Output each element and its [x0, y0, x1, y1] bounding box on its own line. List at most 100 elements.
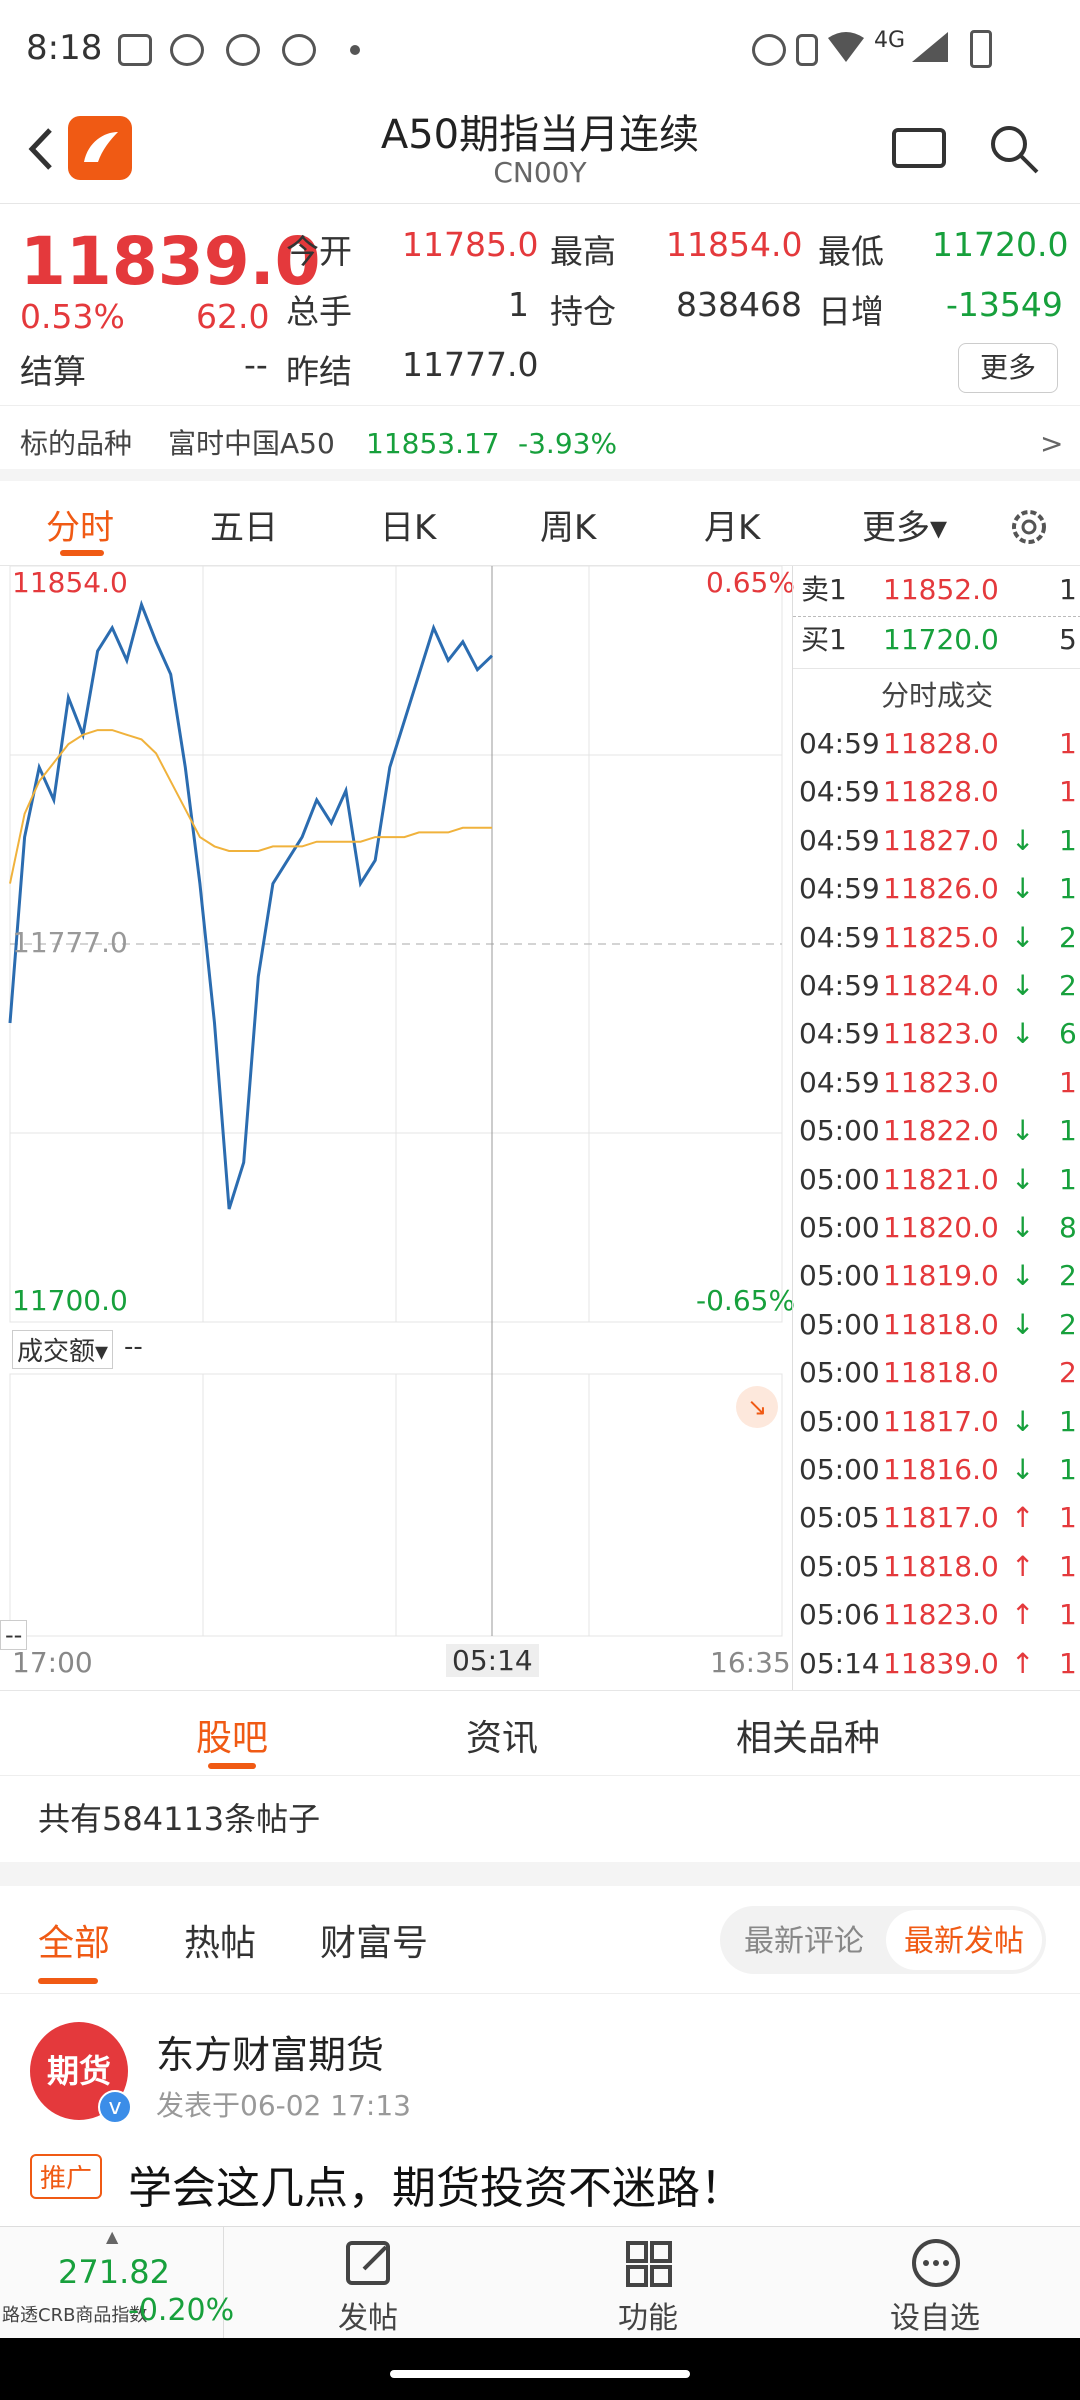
tick-time: 04:59: [799, 872, 880, 906]
tick-time: 05:05: [799, 1501, 880, 1535]
tick-volume: 8: [1059, 1211, 1077, 1244]
status-time: 8:18: [26, 28, 103, 68]
post-meta: 发表于06-02 17:13: [156, 2089, 411, 2122]
y-axis-high: 11854.0: [12, 566, 128, 599]
underlying-name: 富时中国A50: [168, 427, 335, 460]
x-axis-cursor: 05:14: [446, 1644, 539, 1677]
tick-time: 05:00: [799, 1356, 880, 1390]
tick-title: 分时成交: [880, 679, 993, 712]
tick-price: 11820.0: [883, 1211, 999, 1244]
chevron-right-icon: >: [1040, 427, 1064, 460]
tab-related[interactable]: 相关品种: [736, 1709, 880, 1761]
active-tab-indicator: [208, 1763, 256, 1769]
sort-latest-comment[interactable]: 最新评论: [744, 1916, 864, 1960]
system-nav-bar: [0, 2338, 1080, 2400]
tick-volume: 1: [1059, 1162, 1077, 1196]
sort-latest-post[interactable]: 最新发帖: [904, 1916, 1024, 1960]
post-label: 发帖: [338, 2301, 398, 2336]
tick-volume: 1: [1059, 1501, 1077, 1535]
promo-tag: 推广: [30, 2154, 103, 2199]
caret-up-icon: ▲: [106, 2227, 119, 2246]
tick-volume: 2: [1059, 1259, 1077, 1293]
x-axis-end: 16:35: [710, 1646, 791, 1679]
post-button[interactable]: 发帖: [270, 2227, 470, 2339]
tick-row: 04:59 11827.0 ↓ 1: [793, 817, 1080, 865]
tick-time: 05:05: [799, 1549, 880, 1583]
tick-time: 05:00: [799, 1259, 880, 1293]
message-icon[interactable]: [890, 120, 950, 176]
tick-price: 11828.0: [883, 775, 999, 809]
ask-volume: 1: [1059, 573, 1077, 606]
underlying-row[interactable]: 标的品种 富时中国A50 11853.17 -3.93% >: [0, 405, 1080, 481]
tick-direction: ↓: [1011, 1017, 1035, 1051]
tick-volume: 2: [1059, 1356, 1077, 1390]
add-watchlist-button[interactable]: 设自选: [836, 2227, 1036, 2339]
function-button[interactable]: 功能: [550, 2227, 750, 2339]
edit-icon: [346, 2241, 390, 2285]
tick-direction: ↓: [1011, 969, 1035, 1002]
daily-increase-value: -13549: [946, 285, 1063, 324]
search-icon[interactable]: [985, 120, 1045, 176]
battery-icon: [970, 30, 992, 68]
tab-forum[interactable]: 股吧: [196, 1709, 268, 1761]
tab-monthly-k[interactable]: 月K: [704, 500, 760, 549]
tick-volume: 1: [1059, 727, 1077, 760]
index-ticker[interactable]: ▲ 271.82 路透CRB商品指数 -0.20%: [0, 2227, 234, 2339]
home-indicator[interactable]: [390, 2370, 690, 2378]
filter-all[interactable]: 全部: [38, 1914, 110, 1966]
tab-weekly-k[interactable]: 周K: [540, 500, 596, 549]
tick-row: 05:00 11817.0 ↓ 1: [793, 1398, 1080, 1446]
tick-direction: ↓: [1011, 1211, 1035, 1244]
index-change: -0.20%: [128, 2293, 235, 2328]
tick-time: 05:00: [799, 1162, 880, 1196]
low-label: 最低: [818, 232, 884, 271]
tick-row: 04:59 11826.0 ↓ 1: [793, 865, 1080, 913]
tab-daily-k[interactable]: 日K: [380, 500, 436, 549]
low-value: 11720.0: [932, 225, 1069, 264]
tick-row: 05:00 11822.0 ↓ 1: [793, 1107, 1080, 1155]
post-title[interactable]: 学会这几点，期货投资不迷路！: [128, 2152, 744, 2216]
tab-intraday[interactable]: 分时: [46, 500, 114, 549]
clock-icon: [282, 34, 316, 66]
tick-direction: ↓: [1011, 1114, 1035, 1148]
change-value: 62.0: [196, 297, 270, 336]
tick-volume: 6: [1059, 1017, 1077, 1051]
expand-icon[interactable]: ↘: [736, 1386, 778, 1428]
tick-volume: 1: [1059, 1646, 1077, 1680]
filter-hot[interactable]: 热帖: [184, 1914, 256, 1966]
tick-direction: ↓: [1011, 1404, 1035, 1438]
average-line: [9, 729, 492, 884]
tick-row: 04:59 11824.0 ↓ 2: [793, 962, 1080, 1010]
tick-direction: ↑: [1011, 1501, 1035, 1535]
tick-row: 05:14 11839.0 ↑ 1: [793, 1640, 1080, 1688]
tick-row: 05:00 11818.0 2: [793, 1349, 1080, 1397]
tab-more[interactable]: 更多▾: [862, 500, 947, 549]
settings-gear-icon[interactable]: [1008, 506, 1050, 548]
network-type: 4G: [874, 28, 906, 53]
settle-label: 结算: [20, 352, 86, 391]
chart-tabs: 分时 五日 日K 周K 月K 更多▾: [0, 490, 1080, 566]
more-button[interactable]: 更多: [958, 343, 1058, 393]
prev-settle-label: 昨结: [286, 352, 352, 391]
tick-time: 04:59: [799, 969, 880, 1002]
intraday-chart[interactable]: 11854.0 11777.0 11700.0 0.65% -0.65% 成交额…: [0, 565, 795, 1690]
volume-selector[interactable]: 成交额▾: [12, 1330, 114, 1369]
filter-fortune[interactable]: 财富号: [320, 1914, 428, 1966]
tick-volume: 1: [1059, 1549, 1077, 1583]
post-item[interactable]: 期货 v 东方财富期货 发表于06-02 17:13 推广 学会这几点，期货投资…: [0, 1994, 1080, 2224]
tab-news[interactable]: 资讯: [466, 1709, 538, 1761]
tick-row: 05:05 11818.0 ↑ 1: [793, 1543, 1080, 1591]
tick-time: 04:59: [799, 1017, 880, 1051]
ask-price: 11852.0: [883, 573, 999, 606]
post-author[interactable]: 东方财富期货: [156, 2024, 384, 2079]
tab-five-day[interactable]: 五日: [210, 500, 278, 549]
chart-svg: [8, 565, 783, 1637]
tick-time: 05:00: [799, 1307, 880, 1341]
tick-volume: 1: [1059, 1065, 1077, 1099]
tick-volume: 1: [1059, 1114, 1077, 1148]
more-notifications-icon: [350, 45, 360, 55]
tick-row: 04:59 11823.0 ↓ 6: [793, 1010, 1080, 1058]
bid-price: 11720.0: [883, 623, 999, 656]
tick-price: 11823.0: [883, 1598, 999, 1632]
tick-volume: 2: [1059, 920, 1077, 954]
